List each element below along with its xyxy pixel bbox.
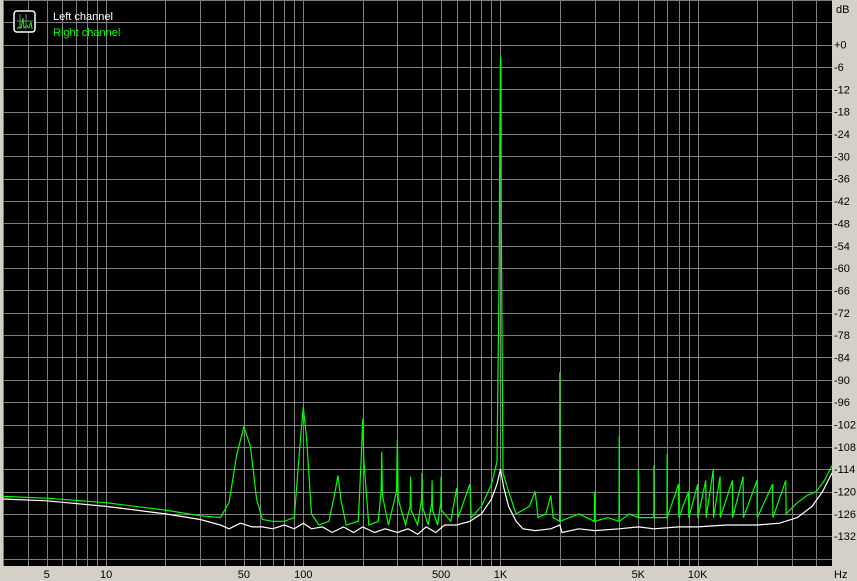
x-tick-label: 500 <box>432 569 450 581</box>
y-tick-label: -60 <box>834 263 850 275</box>
y-tick-label: +0 <box>834 40 847 52</box>
y-tick-label: -90 <box>834 375 850 387</box>
y-tick-label: -72 <box>834 308 850 320</box>
x-tick-label: 10K <box>688 569 708 581</box>
y-tick-label: -78 <box>834 330 850 342</box>
y-tick-label: -36 <box>834 174 850 186</box>
y-tick-label: -132 <box>834 531 856 543</box>
y-tick-label: -42 <box>834 196 850 208</box>
y-tick-label: -120 <box>834 487 856 499</box>
y-tick-label: -108 <box>834 442 856 454</box>
x-tick-label: 50 <box>238 569 250 581</box>
x-tick-label: 100 <box>294 569 312 581</box>
plot-background <box>3 0 832 566</box>
x-tick-label: 5 <box>44 569 50 581</box>
y-tick-label: -102 <box>834 420 856 432</box>
spectrum-chart: +0 -6 -12 -18 -24 -30 -36 -42 -48 -54 -60 -66 -72 -78… <box>2 0 856 581</box>
y-tick-label: -114 <box>834 464 855 476</box>
y-tick-label: -54 <box>834 241 850 253</box>
y-tick-label: -66 <box>834 285 850 297</box>
x-axis-label: Hz <box>834 569 847 581</box>
y-tick-label: -96 <box>834 397 850 409</box>
x-tick-label: 1K <box>494 569 508 581</box>
legend-chart-icon <box>13 10 36 33</box>
legend-right-channel: Right channel <box>53 27 120 39</box>
y-axis-label: dB <box>836 4 849 16</box>
y-tick-label: -24 <box>834 129 850 141</box>
x-tick-label: 10 <box>100 569 112 581</box>
y-axis-ticks: +0 -6 -12 -18 -24 -30 -36 -42 -48 -54 -60 -66 -72 -78… <box>834 40 856 544</box>
x-tick-label: 5K <box>632 569 646 581</box>
y-tick-label: -126 <box>834 509 856 521</box>
y-tick-label: -12 <box>834 84 850 96</box>
y-tick-label: -84 <box>834 352 850 364</box>
y-tick-label: -30 <box>834 151 850 163</box>
y-tick-label: -18 <box>834 107 850 119</box>
legend-left-channel: Left channel <box>53 11 113 23</box>
x-axis-ticks: 5 10 50 100 500 1K 5K 10K <box>44 569 708 581</box>
y-tick-label: -6 <box>834 62 844 74</box>
y-tick-label: -48 <box>834 218 850 230</box>
